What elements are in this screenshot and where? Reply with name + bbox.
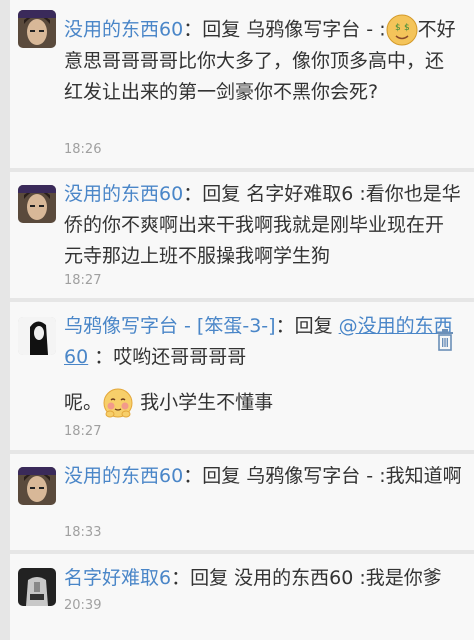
reply-target[interactable]: 名字好难取6 (246, 183, 353, 205)
timestamp: 18:27 (64, 424, 102, 439)
comment-text: :我知道啊 (373, 465, 462, 487)
colon: ： (183, 465, 203, 487)
comment-text: ：哎哟还哥哥哥哥 (94, 346, 247, 368)
comment-text-continued: 呢。 (64, 391, 103, 414)
timestamp: 18:27 (64, 273, 102, 288)
comment-author[interactable]: 没用的东西60 (64, 465, 183, 487)
comment-text-end: 我小学生不懂事 (140, 391, 274, 414)
reply-word: 回复 (190, 567, 229, 589)
blush-face-emoji-icon (102, 387, 134, 419)
comment-author[interactable]: 名字好难取6 (64, 567, 171, 589)
comment-item[interactable]: 没用的东西60：回复 名字好难取6 :看你也是华侨的你不爽啊出来干我啊我就是刚毕… (10, 172, 474, 298)
timestamp: 18:33 (64, 525, 102, 540)
reply-word: 回复 (202, 18, 241, 41)
timestamp: 20:39 (64, 598, 102, 613)
comment-author[interactable]: 没用的东西60 (64, 183, 183, 205)
comment-item[interactable]: 没用的东西60：回复 乌鸦像写字台 - :我知道啊 18:33 (10, 454, 474, 550)
colon: ： (183, 18, 203, 41)
comment-item[interactable]: 没用的东西60：回复 乌鸦像写字台 - : $ $ 不好意思哥哥哥哥比你大多了，… (10, 0, 474, 168)
reply-target[interactable]: 乌鸦像写字台 - (246, 465, 373, 487)
money-face-emoji-icon: $ $ (386, 14, 418, 46)
reply-word: 回复 (202, 183, 241, 205)
comment-item[interactable]: 乌鸦像写字台 - [笨蛋-3-]：回复 @没用的东西60 ：哎哟还哥哥哥哥 呢。… (10, 302, 474, 450)
svg-text:$: $ (395, 23, 401, 33)
colon: ： (183, 183, 203, 205)
svg-text:$: $ (404, 23, 410, 33)
reply-target[interactable]: 乌鸦像写字台 - (246, 19, 373, 41)
avatar[interactable] (18, 467, 56, 505)
comment-author[interactable]: 乌鸦像写字台 - [笨蛋-3-] (64, 315, 276, 337)
comment-text: : (373, 18, 386, 41)
comment-author[interactable]: 没用的东西60 (64, 19, 183, 41)
comment-text: :我是你爹 (353, 567, 442, 589)
timestamp: 18:26 (64, 142, 102, 157)
comment-list: 没用的东西60：回复 乌鸦像写字台 - : $ $ 不好意思哥哥哥哥比你大多了，… (0, 0, 474, 640)
reply-target[interactable]: 没用的东西60 (234, 567, 353, 589)
avatar[interactable] (18, 10, 56, 48)
reply-word: 回复 (202, 465, 241, 487)
comment-item[interactable]: 名字好难取6：回复 没用的东西60 :我是你爹 20:39 (10, 554, 474, 640)
delete-icon[interactable] (436, 329, 454, 351)
reply-word: 回复 (294, 315, 333, 337)
avatar[interactable] (18, 317, 56, 355)
colon: ： (275, 315, 295, 337)
avatar[interactable] (18, 568, 56, 606)
colon: ： (171, 567, 191, 589)
avatar[interactable] (18, 185, 56, 223)
